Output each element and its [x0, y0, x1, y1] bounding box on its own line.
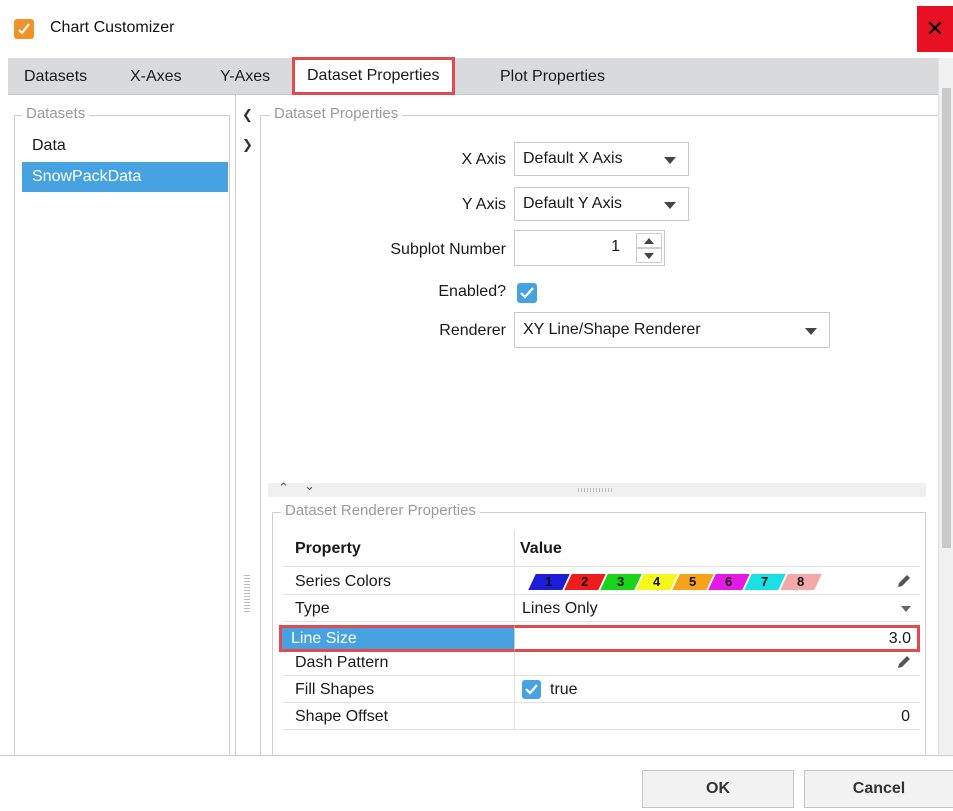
series-color-swatch: 8	[780, 574, 822, 590]
fill-shapes-text: true	[550, 681, 578, 698]
ok-button[interactable]: OK	[642, 770, 794, 808]
dataset-item-snowpackdata[interactable]: SnowPackData	[22, 162, 228, 192]
enabled-checkbox[interactable]	[517, 283, 537, 303]
spin-up-icon[interactable]	[636, 233, 662, 248]
chevron-down-icon	[901, 606, 911, 612]
series-color-swatches: 12345678	[526, 574, 826, 590]
pencil-icon[interactable]	[896, 654, 912, 670]
y-axis-select[interactable]: Default Y Axis	[514, 187, 689, 221]
shape-offset-value[interactable]: 0	[520, 703, 920, 730]
row-name-series-colors: Series Colors	[295, 573, 392, 590]
dataset-item-data[interactable]: Data	[22, 131, 228, 161]
chevron-down-icon	[664, 202, 676, 209]
series-color-swatch: 1	[528, 574, 570, 590]
row-name-shape-offset: Shape Offset	[295, 708, 389, 725]
app-icon	[14, 19, 34, 39]
fill-shapes-value[interactable]: true	[520, 676, 920, 703]
table-row[interactable]: Fill Shapes true	[283, 676, 920, 703]
table-row[interactable]: Type Lines Only	[283, 595, 920, 622]
tab-y-axes[interactable]: Y-Axes	[220, 58, 270, 95]
series-color-swatch: 5	[672, 574, 714, 590]
collapse-up-icon[interactable]: ⌃	[278, 480, 289, 496]
table-header: Property Value	[283, 530, 920, 567]
row-name-fill-shapes: Fill Shapes	[295, 681, 375, 698]
spin-down-icon[interactable]	[636, 248, 662, 263]
check-icon	[525, 684, 538, 695]
line-size-label: Line Size	[291, 630, 357, 647]
splitter-grip-icon[interactable]	[244, 575, 250, 613]
datasets-frame	[14, 115, 230, 755]
dialog-footer: OK Cancel	[0, 755, 953, 811]
scrollbar-thumb[interactable]	[942, 88, 951, 548]
table-row[interactable]: Series Colors 12345678	[283, 568, 920, 595]
datasets-legend: Datasets	[22, 105, 90, 122]
window-title: Chart Customizer	[50, 19, 175, 36]
move-arrows: ❮ ❯	[236, 95, 260, 755]
row-name-dash-pattern: Dash Pattern	[295, 654, 389, 671]
type-select[interactable]: Lines Only	[520, 595, 920, 622]
move-left-icon[interactable]: ❮	[242, 107, 253, 123]
renderer-properties-legend: Dataset Renderer Properties	[281, 502, 480, 519]
x-axis-label: X Axis	[461, 151, 506, 168]
title-bar: Chart Customizer ✕	[0, 0, 953, 58]
renderer-select[interactable]: XY Line/Shape Renderer	[514, 312, 830, 348]
tab-bar: Datasets X-Axes Y-Axes Dataset Propertie…	[8, 57, 945, 95]
renderer-value: XY Line/Shape Renderer	[523, 321, 701, 338]
table-row[interactable]: Dash Pattern	[283, 649, 920, 676]
y-axis-value: Default Y Axis	[523, 195, 623, 212]
splitter-grip-icon	[578, 488, 612, 492]
x-axis-select[interactable]: Default X Axis	[514, 142, 689, 176]
series-color-swatch: 7	[744, 574, 786, 590]
subplot-number-stepper[interactable]: 1	[514, 230, 665, 266]
vertical-scrollbar[interactable]	[938, 58, 953, 755]
panel-splitter[interactable]: ⌃ ⌄	[268, 478, 926, 497]
dataset-properties-legend: Dataset Properties	[270, 105, 403, 122]
tab-x-axes[interactable]: X-Axes	[130, 58, 182, 95]
series-colors-value[interactable]: 12345678	[520, 568, 920, 595]
series-color-swatch: 6	[708, 574, 750, 590]
fill-shapes-checkbox[interactable]	[522, 680, 541, 699]
enabled-label: Enabled?	[438, 283, 506, 300]
cancel-button[interactable]: Cancel	[804, 770, 953, 808]
check-icon	[520, 287, 534, 299]
close-button[interactable]: ✕	[917, 6, 953, 52]
chevron-down-icon	[805, 328, 817, 335]
subplot-number-value: 1	[611, 238, 620, 255]
tab-datasets[interactable]: Datasets	[24, 58, 87, 95]
datasets-panel: Datasets Data SnowPackData	[8, 95, 236, 755]
tab-plot-properties[interactable]: Plot Properties	[500, 58, 605, 95]
type-value: Lines Only	[522, 600, 598, 617]
collapse-down-icon[interactable]: ⌄	[304, 478, 315, 494]
series-color-swatch: 2	[564, 574, 606, 590]
move-right-icon[interactable]: ❯	[242, 137, 253, 153]
line-size-row-selected[interactable]: Line Size	[279, 625, 514, 652]
pencil-icon[interactable]	[896, 573, 912, 589]
dash-pattern-value[interactable]	[520, 649, 920, 676]
header-property: Property	[295, 540, 361, 557]
x-axis-value: Default X Axis	[523, 150, 623, 167]
renderer-label: Renderer	[439, 322, 506, 339]
table-row[interactable]: Shape Offset 0	[283, 703, 920, 730]
y-axis-label: Y Axis	[461, 196, 506, 213]
line-size-input[interactable]: 3.0	[514, 625, 920, 652]
close-icon: ✕	[925, 16, 945, 41]
series-color-swatch: 4	[636, 574, 678, 590]
header-value: Value	[520, 540, 562, 557]
row-name-type: Type	[295, 600, 330, 617]
tab-dataset-properties[interactable]: Dataset Properties	[292, 57, 455, 95]
chevron-down-icon	[664, 157, 676, 164]
subplot-number-label: Subplot Number	[390, 241, 506, 258]
series-color-swatch: 3	[600, 574, 642, 590]
